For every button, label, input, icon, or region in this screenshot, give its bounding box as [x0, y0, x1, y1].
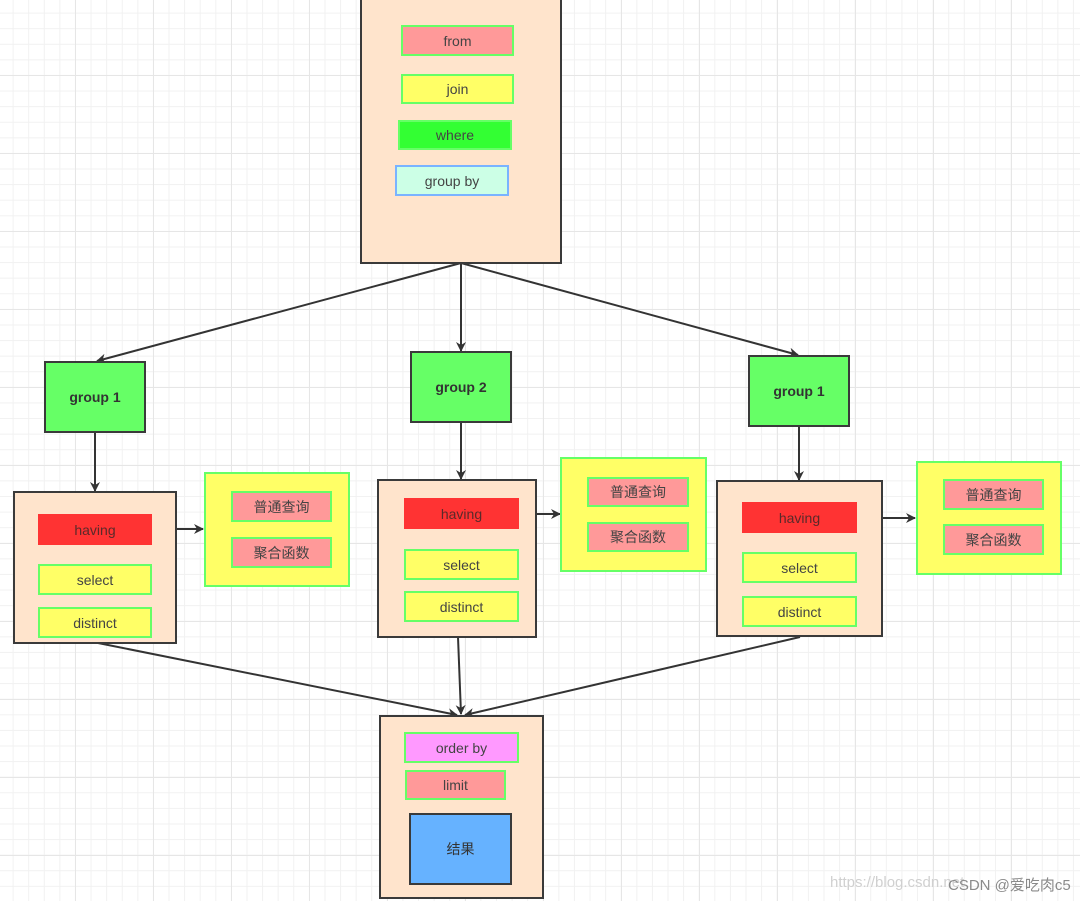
select-node-left: select [38, 564, 152, 595]
normal-query-node-left: 普通查询 [231, 491, 332, 522]
having-node-right: having [742, 502, 857, 533]
normal-query-node-right: 普通查询 [943, 479, 1044, 510]
normal-query-middle-label: 普通查询 [610, 484, 666, 500]
select-left-label: select [76, 571, 114, 588]
distinct-right-label: distinct [777, 603, 822, 620]
watermark-brand: CSDN @爱吃肉c5 [948, 877, 1071, 894]
group-left-label: group 1 [69, 389, 121, 405]
having-node-middle: having [404, 498, 519, 529]
group-node-left: group 1 [44, 361, 146, 433]
where-label: where [435, 127, 475, 143]
limit-node: limit [405, 770, 506, 800]
group-right-label: group 1 [773, 383, 825, 399]
aggregate-fn-node-right: 聚合函数 [943, 524, 1044, 555]
watermark-url: https://blog.csdn.net [830, 874, 965, 891]
from-label: from [443, 32, 472, 49]
result-node: 结果 [409, 813, 512, 885]
aggregate-fn-node-left: 聚合函数 [231, 537, 332, 568]
normal-query-node-middle: 普通查询 [587, 477, 689, 507]
side-box-middle [560, 457, 707, 572]
distinct-node-middle: distinct [404, 591, 519, 622]
arrow-box1-to-bottom [97, 642, 458, 719]
distinct-node-left: distinct [38, 607, 152, 638]
group-by-label: group by [424, 172, 480, 189]
aggregate-fn-left-label: 聚合函数 [253, 544, 310, 561]
having-node-left: having [38, 514, 152, 545]
having-right-label: having [778, 509, 821, 526]
aggregate-fn-right-label: 聚合函数 [965, 531, 1022, 548]
result-label: 结果 [446, 841, 475, 857]
normal-query-left-label: 普通查询 [253, 498, 310, 515]
arrow-top-to-group1-right [460, 262, 799, 358]
arrow-top-to-group1-left [96, 262, 462, 364]
order-by-node: order by [404, 732, 519, 763]
select-node-right: select [742, 552, 857, 583]
group-node-right: group 1 [748, 355, 850, 427]
aggregate-fn-middle-label: 聚合函数 [610, 529, 666, 545]
group-node-middle: group 2 [410, 351, 512, 423]
arrow-box3-to-bottom [464, 636, 801, 718]
join-label: join [446, 81, 469, 97]
order-by-label: order by [435, 739, 488, 756]
distinct-middle-label: distinct [439, 598, 484, 615]
aggregate-fn-node-middle: 聚合函数 [587, 522, 689, 552]
distinct-node-right: distinct [742, 596, 857, 627]
select-node-middle: select [404, 549, 519, 580]
watermark: https://blog.csdn.net CSDN @爱吃肉c5 [830, 874, 1080, 894]
distinct-left-label: distinct [73, 614, 117, 631]
select-right-label: select [781, 559, 818, 576]
where-node: where [398, 120, 512, 150]
arrow-box2-to-bottom [455, 636, 466, 715]
group-by-node: group by [395, 165, 509, 196]
join-node: join [401, 74, 514, 104]
limit-label: limit [443, 777, 468, 793]
having-middle-label: having [440, 505, 483, 522]
normal-query-right-label: 普通查询 [965, 486, 1022, 503]
from-node: from [401, 25, 514, 56]
group-middle-label: group 2 [435, 379, 487, 395]
select-middle-label: select [443, 556, 480, 573]
side-box-left [204, 472, 350, 587]
having-left-label: having [74, 521, 116, 538]
